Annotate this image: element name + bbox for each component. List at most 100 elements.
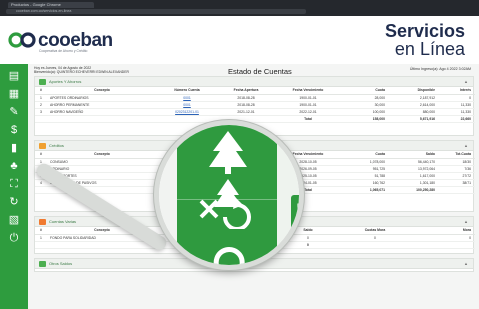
account-link[interactable]: 0202312201-01 [175,110,199,114]
account-link[interactable]: 0001 [183,96,191,100]
browser-tab[interactable]: Productos - Google Chrome [8,2,94,8]
chevron-up-icon[interactable]: ▲ [464,219,468,225]
cell: 30,000 [341,101,389,109]
title-line-2: en Línea [394,39,465,59]
tree-refresh-icon[interactable]: ⛶ [5,176,23,192]
cell: 11,330 [439,108,475,116]
bar-chart-icon[interactable]: ▮ [5,140,23,156]
cooeban-logo[interactable]: cooeban Cooperativa de Ahorro y Crédito [8,30,128,54]
cell: 160,762 [341,179,389,187]
magnified-background [159,125,177,265]
cell: 100,000 [341,108,389,116]
tree-icon [209,131,247,174]
logo-infinity-icon [8,32,36,48]
cell: 1 [35,234,47,242]
photo-scene: Productos - Google Chrome cooeban.com.co… [0,0,479,309]
cell: 0001 [157,94,217,102]
panel-title: Otros Saldos [49,261,73,266]
cell: 2,614,000 [389,101,439,109]
user-info: Hoy es Jueves, 04 de Agosto de 2022 Bien… [34,66,129,75]
panel-title: Cuentas Varias [49,219,77,224]
cell: AHORRO PERMANENTE [47,101,157,109]
col-header: Fecha Apertura [217,87,275,95]
welcome-line: Bienvenido(a): QUINTERO ECHEVERRI EDWIN … [34,70,129,75]
cell: ORDINARIO [47,165,157,173]
power-icon[interactable]: ⏻ [5,230,23,246]
chevron-up-icon[interactable]: ▲ [464,143,468,149]
col-header: Concepto [47,87,157,95]
col-header: # [35,227,47,235]
cell: 880,000 [389,108,439,116]
cell: 11,330 [439,101,475,109]
col-header: # [35,87,47,95]
table-row: 3 AHORRO NAVIDEÑO 0202312201-01 2021-12-… [35,108,475,116]
cell: AHORRO NAVIDEÑO [47,108,157,116]
col-header: # [35,151,47,159]
cell: 3 [35,108,47,116]
balance-icon [39,261,46,267]
cell [35,241,47,249]
address-bar[interactable]: cooeban.com.co/servicios-en-linea [6,9,306,14]
cell: 28,000 [341,94,389,102]
chevron-up-icon[interactable]: ▲ [464,261,468,267]
cell: 51,788 [341,172,389,180]
title-line-1: Servicios [384,21,465,41]
col-header: Cuotas Mora [341,227,409,235]
panel-title: Créditos [49,143,64,148]
col-header: Tot.Cuota [439,151,475,159]
cell: 0001 [157,101,217,109]
col-header: Concepto [47,151,157,159]
tree-refresh-icon [199,179,251,229]
chevron-up-icon[interactable]: ▲ [464,79,468,85]
cell: 18/30 [439,158,475,166]
cell: 951,725 [341,165,389,173]
logo-tagline: Cooperativa de Ahorro y Crédito [39,49,88,53]
total-cuota: 1,065,071 [341,186,389,194]
report-icon[interactable]: ▧ [5,212,23,228]
wallet-icon [39,219,46,225]
total-row: Total 158,000 5,671,916 22,660 [35,115,475,123]
cell: 7/36 [439,165,475,173]
magnified-view: L [159,125,299,265]
panel-header[interactable]: Aportes Y Ahorros ▲ [35,77,473,87]
cell: CONSUMO [47,158,157,166]
document-icon[interactable]: ▦ [5,86,23,102]
table-header-row: # Concepto Número Cuenta Fecha Apertura … [35,87,475,95]
cell: 27/72 [439,172,475,180]
cell [47,115,157,123]
col-header: Fecha Vencimiento [275,87,341,95]
money-icon[interactable]: $ [5,122,23,138]
cell [35,186,47,194]
total-extra [439,186,475,194]
cell [35,115,47,123]
cell: 0 [439,94,475,102]
col-header: Cuota [341,87,389,95]
table-row: 1 APORTES ORDINARIOS 0001 2018-08-28 190… [35,94,475,102]
cell [157,115,217,123]
id-card-icon[interactable]: ▤ [5,68,23,84]
services-online-title: Servicios en Línea [385,22,465,58]
cell: 0 [409,234,475,242]
total-extra [409,241,475,249]
cell: 56,440,170 [389,158,439,166]
total-disponible: 5,671,916 [389,115,439,123]
total-mora [341,241,409,249]
panel-title: Aportes Y Ahorros [49,79,82,84]
tree-icon[interactable]: ♣ [5,158,23,174]
aportes-table: # Concepto Número Cuenta Fecha Apertura … [35,87,475,123]
cell: 2018-08-28 [217,94,275,102]
cell: 0 [341,234,409,242]
pencil-icon[interactable]: ✎ [5,104,23,120]
total-saldo: 100,250,280 [389,186,439,194]
cell: 0202312201-01 [157,108,217,116]
credit-icon [39,143,46,149]
cell: 13,972,064 [389,165,439,173]
cell: 2021-12-01 [217,108,275,116]
cell: 2,187,912 [389,94,439,102]
col-header: Disponible [389,87,439,95]
refresh-icon[interactable]: ↻ [5,194,23,210]
col-header: Número Cuenta [157,87,217,95]
cell: 1 [35,94,47,102]
account-link[interactable]: 0001 [183,103,191,107]
col-header: Cuota [341,151,389,159]
